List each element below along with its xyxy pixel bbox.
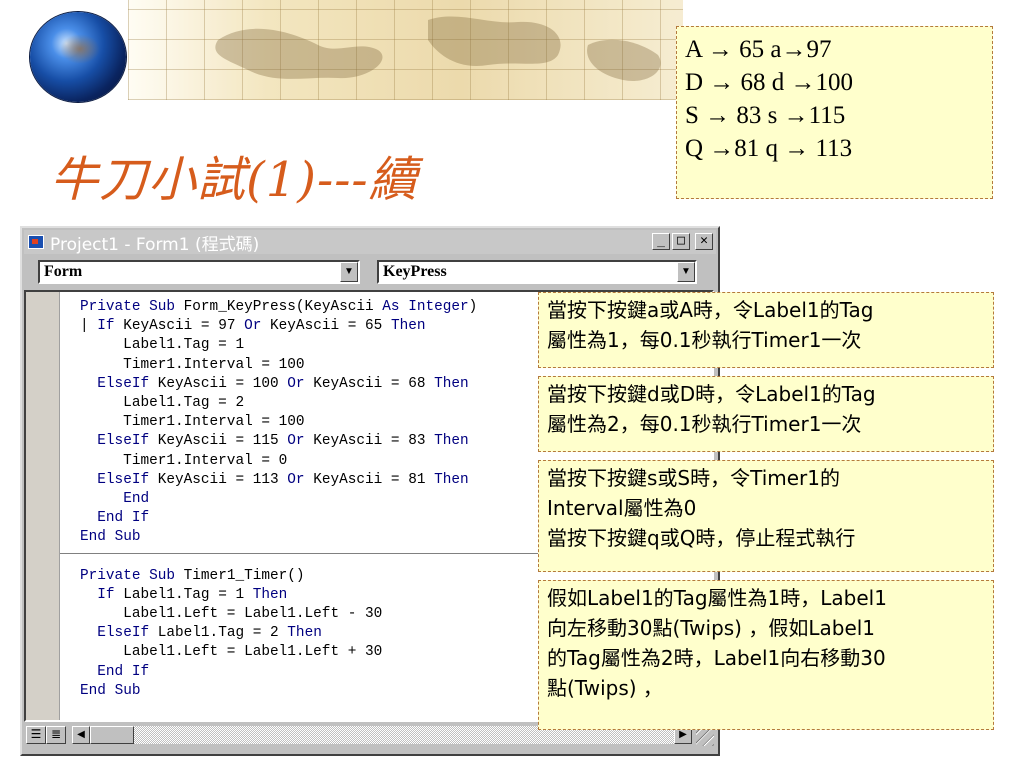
code-line[interactable]: End Sub [80, 528, 477, 547]
code-line[interactable]: If Label1.Tag = 1 Then [80, 586, 477, 605]
chevron-down-icon[interactable]: ▼ [677, 262, 695, 282]
ascii-row: Q →81 q → 113 [685, 135, 853, 162]
code-line[interactable]: ElseIf KeyAscii = 100 Or KeyAscii = 68 T… [80, 375, 477, 394]
code-line[interactable]: Private Sub Form_KeyPress(KeyAscii As In… [80, 298, 477, 317]
callout-line: 當按下按鍵a或A時，令Label1的Tag [547, 298, 874, 322]
callout-keypress-d: 當按下按鍵d或D時，令Label1的Tag 屬性為2，每0.1秒執行Timer1… [538, 376, 994, 452]
code-line[interactable]: ElseIf KeyAscii = 113 Or KeyAscii = 81 T… [80, 471, 477, 490]
callout-line: 屬性為1，每0.1秒執行Timer1一次 [547, 328, 862, 352]
callout-line: 點(Twips) ， [547, 676, 663, 700]
code-line[interactable]: Timer1.Interval = 100 [80, 413, 477, 432]
full-module-view-button[interactable]: ≣ [46, 726, 66, 744]
code-line[interactable]: Label1.Left = Label1.Left + 30 [80, 643, 477, 662]
callout-line: 屬性為2，每0.1秒執行Timer1一次 [547, 412, 862, 436]
maximize-button[interactable]: □ [672, 233, 690, 250]
ascii-row: A → 65 a→97 [685, 36, 832, 63]
scroll-left-button[interactable]: ◀ [72, 726, 90, 744]
callout-line: 當按下按鍵q或Q時，停止程式執行 [547, 526, 856, 550]
code-line[interactable]: End Sub [80, 682, 477, 701]
code-line[interactable]: End If [80, 509, 477, 528]
procedure-dropdown-value: KeyPress [383, 263, 447, 280]
procedure-view-button[interactable]: ☰ [26, 726, 46, 744]
ascii-row: D → 68 d →100 [685, 69, 854, 96]
callout-keypress-s-q: 當按下按鍵s或S時，令Timer1的 Interval屬性為0 當按下按鍵q或Q… [538, 460, 994, 572]
minimize-button[interactable]: _ [652, 233, 670, 250]
code-line[interactable]: Label1.Tag = 1 [80, 336, 477, 355]
horizontal-scroll-thumb[interactable] [90, 726, 134, 744]
code-line[interactable]: End If [80, 663, 477, 682]
code-line[interactable]: Timer1.Interval = 0 [80, 452, 477, 471]
code-line[interactable] [80, 547, 477, 566]
code-line[interactable]: | If KeyAscii = 97 Or KeyAscii = 65 Then [80, 317, 477, 336]
code-line[interactable]: ElseIf Label1.Tag = 2 Then [80, 624, 477, 643]
ascii-row: S → 83 s →115 [685, 102, 846, 129]
window-title: Project1 - Form1 (程式碼) [50, 234, 260, 255]
world-map-banner [128, 0, 683, 100]
vb-app-icon[interactable] [28, 235, 44, 249]
resize-grip[interactable] [696, 728, 714, 746]
code-margin-bar[interactable] [26, 292, 60, 720]
chevron-down-icon[interactable]: ▼ [340, 262, 358, 282]
code-line[interactable]: Private Sub Timer1_Timer() [80, 567, 477, 586]
code-line[interactable]: Label1.Left = Label1.Left - 30 [80, 605, 477, 624]
object-dropdown[interactable]: Form ▼ [38, 260, 360, 284]
slide-title: 牛刀小試(1)---續 [50, 152, 418, 208]
callout-line: 當按下按鍵d或D時，令Label1的Tag [547, 382, 876, 406]
ascii-code-table: A → 65 a→97 D → 68 d →100 S → 83 s →115 … [676, 26, 993, 199]
procedure-dropdown[interactable]: KeyPress ▼ [377, 260, 697, 284]
callout-line: Interval屬性為0 [547, 496, 697, 520]
code-line[interactable]: Timer1.Interval = 100 [80, 356, 477, 375]
callout-line: 當按下按鍵s或S時，令Timer1的 [547, 466, 841, 490]
code-text[interactable]: Private Sub Form_KeyPress(KeyAscii As In… [80, 298, 477, 701]
close-button[interactable]: ✕ [695, 233, 713, 250]
code-line[interactable]: End [80, 490, 477, 509]
callout-line: 的Tag屬性為2時，Label1向右移動30 [547, 646, 886, 670]
callout-keypress-a: 當按下按鍵a或A時，令Label1的Tag 屬性為1，每0.1秒執行Timer1… [538, 292, 994, 368]
code-line[interactable]: ElseIf KeyAscii = 115 Or KeyAscii = 83 T… [80, 432, 477, 451]
callout-line: 假如Label1的Tag屬性為1時，Label1 [547, 586, 887, 610]
map-landmass-graphic [215, 16, 661, 81]
globe-icon [30, 12, 126, 102]
callout-line: 向左移動30點(Twips) ，假如Label1 [547, 616, 876, 640]
code-line[interactable]: Label1.Tag = 2 [80, 394, 477, 413]
callout-timer: 假如Label1的Tag屬性為1時，Label1 向左移動30點(Twips) … [538, 580, 994, 730]
object-dropdown-value: Form [44, 263, 83, 280]
window-titlebar[interactable]: Project1 - Form1 (程式碼) _ □ ✕ [24, 230, 716, 255]
